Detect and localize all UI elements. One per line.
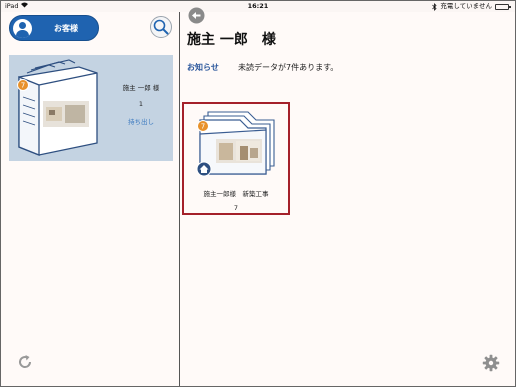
ipad-screen: iPad 16:21 充電していません お客様 7 施主 一郎 様 1 持ち出し… xyxy=(0,0,516,387)
project-tile[interactable]: 7 施主一郎様 新築工事 7 xyxy=(182,102,290,215)
bluetooth-icon xyxy=(432,2,437,11)
customer-card[interactable]: 7 施主 一郎 様 1 持ち出し xyxy=(9,55,173,161)
takeout-link[interactable]: 持ち出し xyxy=(109,116,173,126)
project-count: 7 xyxy=(233,204,239,212)
refresh-button[interactable] xyxy=(16,353,34,371)
customer-button-label: お客様 xyxy=(54,24,78,33)
binder-box-icon: 7 xyxy=(17,59,98,156)
project-name: 施主一郎様 新築工事 xyxy=(203,190,269,198)
status-right: 充電していません xyxy=(432,1,511,12)
user-icon xyxy=(13,19,32,38)
customer-project-count: 1 xyxy=(138,100,144,108)
refresh-icon xyxy=(19,355,32,368)
search-button[interactable] xyxy=(150,16,172,38)
page-title: 施主 一郎 様 xyxy=(187,32,276,48)
notice-text[interactable]: 未読データが7件あります。 xyxy=(238,62,338,73)
back-arrow-icon xyxy=(188,7,205,24)
customer-button[interactable]: お客様 xyxy=(9,15,99,41)
charging-status: 充電していません xyxy=(440,2,492,10)
gear-icon xyxy=(482,354,500,372)
battery-icon xyxy=(495,4,511,10)
project-badge: 7 xyxy=(201,123,205,131)
search-icon xyxy=(153,19,169,35)
project-folder-icon: 7 xyxy=(196,111,275,177)
customer-badge: 7 xyxy=(21,82,25,90)
customer-sidebar: お客様 7 施主 一郎 様 1 持ち出し xyxy=(1,12,179,386)
status-bar: iPad 16:21 充電していません xyxy=(1,1,515,12)
customer-name: 施主 一郎 様 xyxy=(122,84,160,92)
detail-pane: 施主 一郎 様 お知らせ 未読データが7件あります。 7 施主一郎様 新築工事 … xyxy=(180,7,515,386)
back-button[interactable] xyxy=(188,7,205,24)
settings-button[interactable] xyxy=(482,354,500,372)
notice-label: お知らせ xyxy=(187,63,219,72)
